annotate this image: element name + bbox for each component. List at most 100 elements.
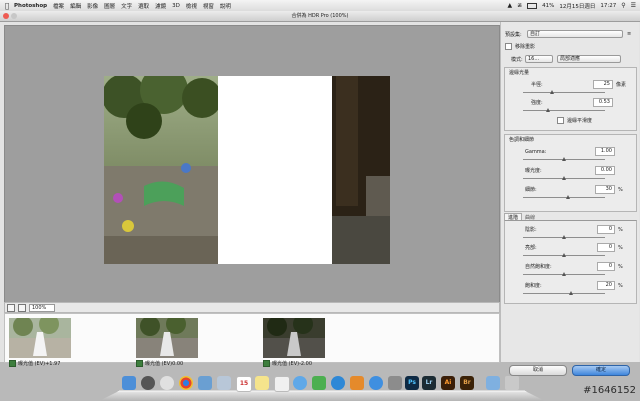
minimize-icon[interactable] [11, 13, 17, 19]
highlight-input[interactable]: 0 [597, 243, 615, 252]
preview-canvas[interactable] [4, 25, 500, 303]
messages-icon[interactable] [293, 376, 307, 390]
menu-type[interactable]: 文字 [121, 2, 132, 10]
battery-icon[interactable] [527, 2, 538, 9]
vibrance-slider-knob[interactable] [562, 272, 566, 276]
saturation-input[interactable]: 20 [597, 281, 615, 290]
menu-date[interactable]: 12月15日週日 [559, 2, 595, 10]
saturation-slider[interactable] [523, 291, 605, 295]
remove-ghosts-checkbox[interactable] [505, 43, 512, 50]
include-checkbox[interactable] [9, 360, 16, 367]
menu-file[interactable]: 檔案 [53, 2, 64, 10]
apple-icon[interactable]:  [0, 2, 14, 10]
tone-detail-title: 色調和細節 [509, 137, 535, 143]
menu-app-name[interactable]: Photoshop [14, 3, 47, 9]
mail-icon[interactable] [217, 376, 231, 390]
source-image-1[interactable]: 曝光值 (EV)+1.97 [9, 318, 71, 367]
notification-icon[interactable]: ☰ [631, 2, 636, 9]
method-select[interactable]: 局部適應 [557, 55, 621, 63]
menu-window[interactable]: 視窗 [203, 2, 214, 10]
preset-select[interactable]: 自訂 [527, 30, 623, 38]
bridge-icon[interactable]: Br [460, 376, 474, 390]
title-bar: 合併為 HDR Pro (100%) [0, 11, 640, 22]
documents-folder-icon[interactable] [486, 376, 500, 390]
lightroom-icon[interactable]: Lr [422, 376, 436, 390]
menu-select[interactable]: 選取 [138, 2, 149, 10]
chrome-icon[interactable] [179, 376, 193, 390]
highlight-slider-knob[interactable] [562, 253, 566, 257]
menu-help[interactable]: 說明 [220, 2, 231, 10]
shadow-input[interactable]: 0 [597, 225, 615, 234]
menu-time[interactable]: 17:27 [600, 3, 616, 9]
saturation-unit: % [618, 282, 623, 289]
detail-slider[interactable] [523, 195, 605, 199]
edge-glow-group: 邊緣光量 半徑: 25 像素 強度: 0.53 邊緣平滑度 [504, 67, 637, 131]
preset-menu-icon[interactable]: ≡ [627, 31, 631, 37]
shadow-slider-knob[interactable] [562, 235, 566, 239]
saturation-slider-knob[interactable] [568, 291, 573, 295]
menu-3d[interactable]: 3D [172, 3, 180, 9]
launchpad-icon[interactable] [141, 376, 155, 390]
cancel-button[interactable]: 取消 [509, 365, 567, 376]
strength-slider-knob[interactable] [545, 108, 550, 112]
vibrance-slider[interactable] [523, 272, 605, 276]
ibooks-icon[interactable] [350, 376, 364, 390]
mission-control-icon[interactable] [160, 376, 174, 390]
zoom-select[interactable]: 100% [29, 303, 56, 312]
notes-icon[interactable] [255, 376, 269, 390]
ok-button[interactable]: 確定 [572, 365, 630, 376]
wifi-icon[interactable]: ≇ [517, 2, 522, 9]
source-image-3[interactable]: 曝光值 (EV)-2.00 [263, 318, 325, 367]
highlight-slider[interactable] [523, 253, 605, 257]
remove-ghosts-label: 移除重影 [515, 44, 536, 50]
adobe-icon[interactable]: ▲ [507, 2, 512, 9]
photoshop-icon[interactable]: Ps [405, 376, 419, 390]
detail-input[interactable]: 30 [595, 185, 615, 194]
vibrance-input[interactable]: 0 [597, 262, 615, 271]
gamma-slider[interactable] [523, 157, 605, 161]
exposure-label: 曝光值 (EV)0.00 [145, 361, 184, 367]
exposure-slider-knob[interactable] [562, 176, 566, 180]
trash-icon[interactable] [505, 376, 519, 390]
single-view-icon[interactable] [7, 303, 15, 312]
radius-slider-knob[interactable] [549, 90, 554, 94]
smooth-edges-checkbox[interactable] [557, 117, 564, 124]
saturation-label: 飽和度: [525, 283, 542, 289]
bit-depth-select[interactable]: 16... [525, 55, 553, 63]
reminders-icon[interactable] [274, 376, 290, 392]
facetime-icon[interactable] [312, 376, 326, 390]
menu-filter[interactable]: 濾鏡 [155, 2, 166, 10]
include-checkbox[interactable] [263, 360, 270, 367]
illustrator-icon[interactable]: Ai [441, 376, 455, 390]
radius-unit: 像素 [616, 82, 627, 88]
menu-edit[interactable]: 編輯 [70, 2, 81, 10]
strength-slider[interactable] [523, 108, 605, 112]
finder-icon[interactable] [122, 376, 136, 390]
detail-slider-knob[interactable] [566, 195, 571, 199]
exposure-slider[interactable] [523, 176, 605, 180]
app-store-icon[interactable] [369, 376, 383, 390]
radius-input[interactable]: 25 [593, 80, 613, 89]
include-checkbox[interactable] [136, 360, 143, 367]
menu-image[interactable]: 影像 [87, 2, 98, 10]
menu-layer[interactable]: 圖層 [104, 2, 115, 10]
menu-view[interactable]: 檢視 [186, 2, 197, 10]
preview-icon[interactable] [198, 376, 212, 390]
system-preferences-icon[interactable] [388, 376, 402, 390]
calendar-icon[interactable]: 15 [236, 376, 252, 392]
close-icon[interactable] [3, 13, 9, 19]
vibrance-unit: % [618, 263, 623, 270]
shadow-slider[interactable] [523, 235, 605, 239]
gamma-slider-knob[interactable] [562, 157, 566, 161]
exposure-input[interactable]: 0.00 [595, 166, 615, 175]
search-icon[interactable]: ⚲ [621, 2, 625, 9]
highlight-label: 亮部: [525, 245, 537, 251]
gamma-input[interactable]: 1.00 [595, 147, 615, 156]
smooth-edges-label: 邊緣平滑度 [567, 118, 593, 124]
source-image-2[interactable]: 曝光值 (EV)0.00 [136, 318, 198, 367]
radius-slider[interactable] [523, 90, 605, 94]
strength-input[interactable]: 0.53 [593, 98, 613, 107]
dock-shelf [99, 390, 545, 401]
split-view-icon[interactable] [18, 303, 26, 312]
itunes-icon[interactable] [331, 376, 345, 390]
